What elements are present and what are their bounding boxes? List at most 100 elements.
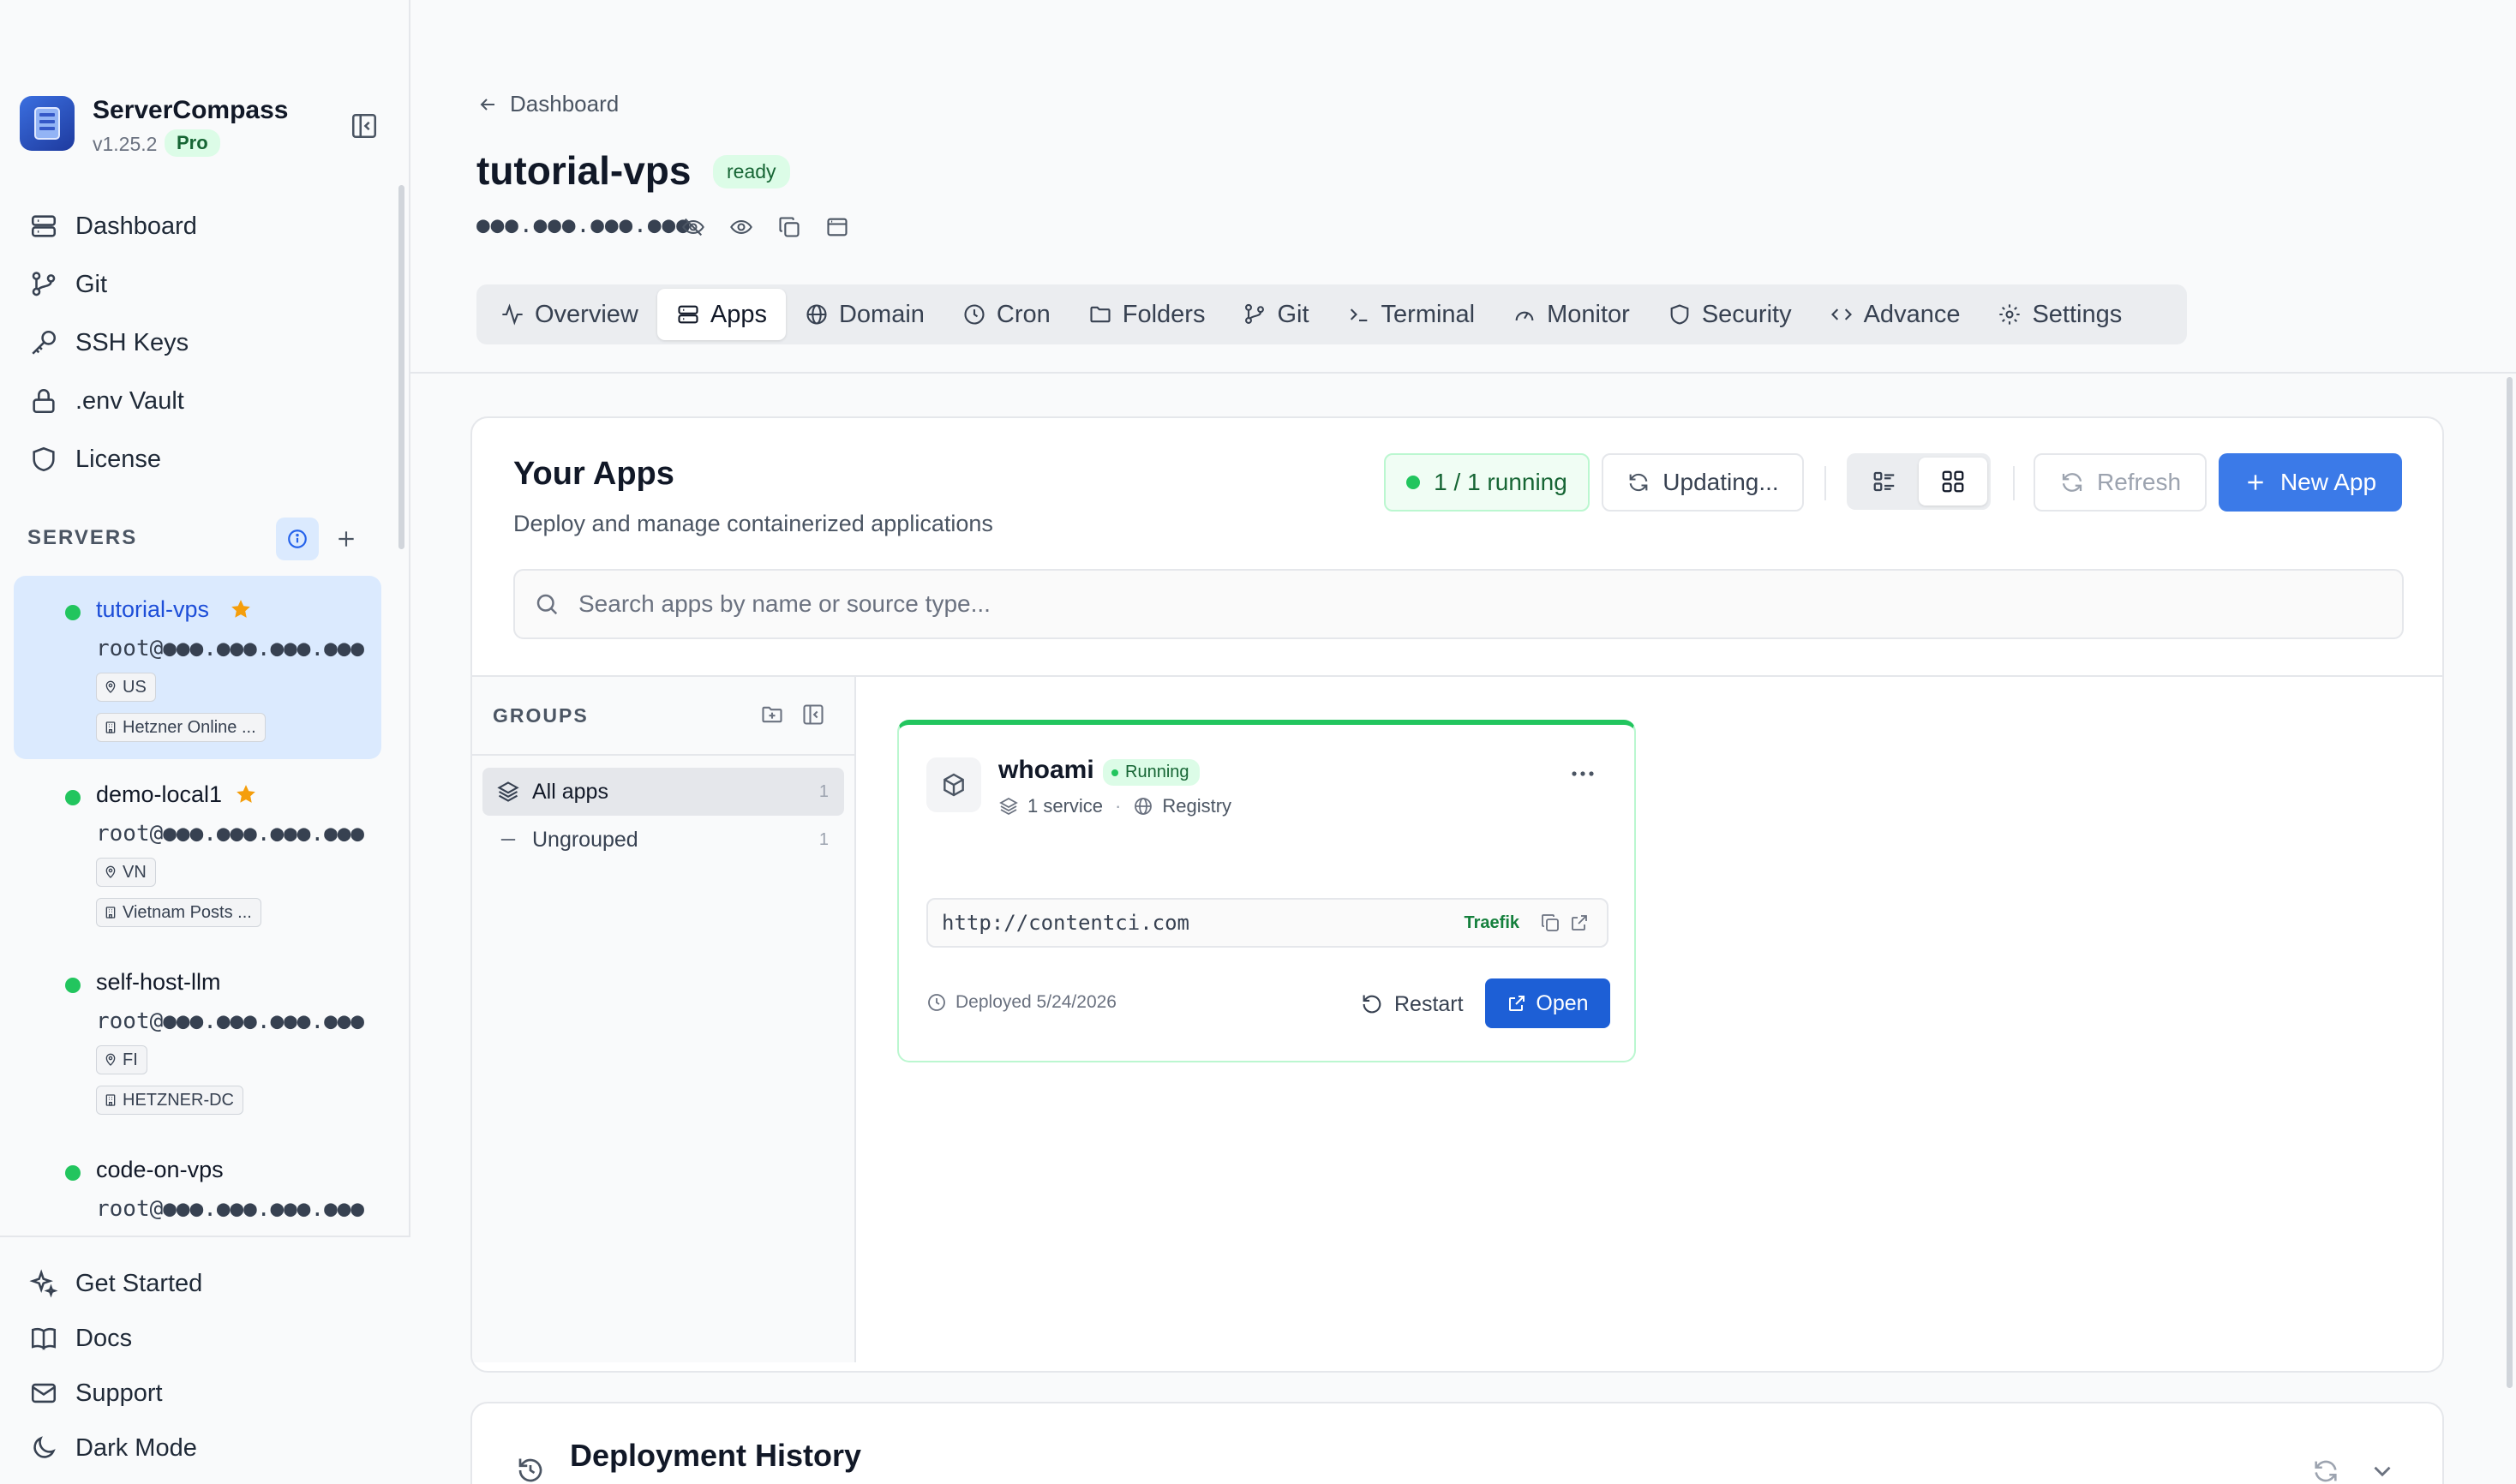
app-card-whoami[interactable]: whoami Running 1 service · Registry http… bbox=[897, 720, 1636, 1062]
server-stack-icon bbox=[31, 215, 57, 237]
search-input[interactable] bbox=[578, 590, 2292, 618]
nav-label: SSH Keys bbox=[75, 328, 189, 356]
servers-heading: SERVERS bbox=[27, 526, 138, 549]
server-status-badge: ready bbox=[713, 155, 790, 188]
plus-icon bbox=[338, 531, 354, 547]
package-icon bbox=[926, 757, 981, 812]
arrow-left-icon bbox=[480, 98, 494, 111]
nav-label: Get Started bbox=[75, 1269, 203, 1297]
server-item-code-on-vps[interactable]: code-on-vps root@●●●.●●●.●●●.●●● bbox=[14, 1146, 381, 1236]
globe-icon bbox=[1135, 798, 1153, 815]
main-scrollbar[interactable] bbox=[2507, 377, 2513, 1388]
server-name: code-on-vps bbox=[96, 1157, 224, 1182]
nav-env-vault[interactable]: .env Vault bbox=[29, 372, 389, 430]
page-title: tutorial-vps bbox=[476, 148, 692, 193]
updating-button[interactable]: Updating... bbox=[1602, 453, 1804, 512]
mail-icon bbox=[31, 1383, 57, 1403]
nav-ssh-keys[interactable]: SSH Keys bbox=[29, 314, 389, 372]
open-url-button[interactable] bbox=[1567, 911, 1591, 935]
open-console-button[interactable] bbox=[823, 212, 852, 242]
collapse-groups-button[interactable] bbox=[800, 701, 827, 728]
new-app-button[interactable]: New App bbox=[2219, 453, 2402, 512]
add-server-button[interactable] bbox=[330, 523, 362, 555]
layers-icon bbox=[999, 797, 1018, 816]
group-ungrouped[interactable]: Ungrouped 1 bbox=[482, 816, 844, 864]
layers-icon bbox=[497, 781, 519, 802]
nav-label: Support bbox=[75, 1379, 163, 1407]
toolbar-separator bbox=[1824, 466, 1826, 500]
tab-overview[interactable]: Overview bbox=[482, 289, 657, 340]
servers-info-button[interactable] bbox=[276, 518, 319, 560]
folder-plus-icon bbox=[762, 706, 782, 723]
nav-label: .env Vault bbox=[75, 386, 184, 415]
country-chip: US bbox=[96, 673, 156, 702]
nav-docs[interactable]: Docs bbox=[29, 1311, 202, 1366]
nav-dark-mode[interactable]: Dark Mode bbox=[29, 1421, 202, 1475]
server-item-demo-local1[interactable]: demo-local1 root@●●●.●●●.●●●.●●● VN Viet… bbox=[14, 771, 381, 942]
nav-license[interactable]: License bbox=[29, 430, 389, 488]
deployed-date: Deployed 5/24/2026 bbox=[926, 992, 1117, 1013]
group-count: 1 bbox=[818, 829, 829, 849]
tab-domain[interactable]: Domain bbox=[786, 289, 944, 340]
grid-view-button[interactable] bbox=[1919, 458, 1987, 506]
chevron-down-icon[interactable] bbox=[2368, 1457, 2397, 1484]
list-view-button[interactable] bbox=[1850, 458, 1919, 506]
star-icon[interactable] bbox=[230, 598, 252, 620]
open-app-button[interactable]: Open bbox=[1485, 978, 1610, 1028]
new-group-button[interactable] bbox=[758, 701, 786, 728]
hide-ip-button[interactable] bbox=[679, 212, 708, 242]
server-ssh: root@●●●.●●●.●●●.●●● bbox=[96, 821, 365, 847]
status-dot bbox=[65, 978, 81, 993]
apps-card: Your Apps Deploy and manage containerize… bbox=[470, 416, 2444, 1373]
tab-git[interactable]: Git bbox=[1224, 289, 1327, 340]
collapse-sidebar-button[interactable] bbox=[350, 111, 380, 142]
git-branch-icon bbox=[1245, 303, 1265, 324]
nav-label: Dark Mode bbox=[75, 1433, 197, 1462]
server-item-self-host-llm[interactable]: self-host-llm root@●●●.●●●.●●●.●●● FI HE… bbox=[14, 959, 381, 1130]
tab-folders[interactable]: Folders bbox=[1069, 289, 1225, 340]
copy-ip-button[interactable] bbox=[775, 212, 804, 242]
tab-advance[interactable]: Advance bbox=[1811, 289, 1980, 340]
tab-monitor[interactable]: Monitor bbox=[1494, 289, 1649, 340]
star-icon[interactable] bbox=[235, 783, 257, 805]
history-icon bbox=[518, 1458, 542, 1482]
tab-apps[interactable]: Apps bbox=[656, 289, 786, 340]
grid-icon bbox=[1942, 470, 1964, 493]
apps-title: Your Apps bbox=[513, 456, 674, 492]
status-dot bbox=[1111, 769, 1118, 776]
tab-terminal[interactable]: Terminal bbox=[1328, 289, 1495, 340]
nav-dashboard[interactable]: Dashboard bbox=[29, 197, 389, 255]
restart-button[interactable]: Restart bbox=[1360, 980, 1464, 1028]
nav-get-started[interactable]: Get Started bbox=[29, 1256, 202, 1311]
nav-label: Dashboard bbox=[75, 212, 197, 240]
tab-security[interactable]: Security bbox=[1649, 289, 1811, 340]
nav-git[interactable]: Git bbox=[29, 255, 389, 314]
server-name: demo-local1 bbox=[96, 781, 223, 807]
tab-cron[interactable]: Cron bbox=[944, 289, 1069, 340]
nav-support[interactable]: Support bbox=[29, 1366, 202, 1421]
groups-divider bbox=[472, 754, 854, 756]
plus-icon bbox=[2248, 475, 2263, 490]
nav-label: License bbox=[75, 445, 161, 473]
refresh-button[interactable]: Refresh bbox=[2034, 453, 2207, 512]
back-to-dashboard-link[interactable]: Dashboard bbox=[477, 91, 619, 117]
copy-url-button[interactable] bbox=[1538, 911, 1562, 935]
git-branch-icon bbox=[32, 272, 56, 296]
toolbar-separator bbox=[2013, 466, 2015, 500]
ellipsis-icon bbox=[1572, 771, 1594, 776]
eye-off-icon bbox=[682, 218, 704, 236]
brand-logo bbox=[20, 96, 75, 151]
app-version: v1.25.2 bbox=[93, 133, 158, 155]
app-url[interactable]: http://contentci.com bbox=[942, 911, 1189, 935]
refresh-cw-icon[interactable] bbox=[2311, 1457, 2340, 1484]
group-count: 1 bbox=[818, 781, 829, 801]
sidebar-scrollbar[interactable] bbox=[398, 185, 404, 549]
globe-icon bbox=[806, 304, 827, 325]
more-options-button[interactable] bbox=[1564, 761, 1602, 787]
app-source: Registry bbox=[1162, 795, 1232, 817]
group-all-apps[interactable]: All apps 1 bbox=[482, 768, 844, 816]
reveal-ip-button[interactable] bbox=[727, 212, 756, 242]
activity-icon bbox=[502, 303, 523, 326]
server-item-tutorial-vps[interactable]: tutorial-vps root@●●●.●●●.●●●.●●● US Het… bbox=[14, 576, 381, 759]
tab-settings[interactable]: Settings bbox=[1979, 289, 2141, 340]
